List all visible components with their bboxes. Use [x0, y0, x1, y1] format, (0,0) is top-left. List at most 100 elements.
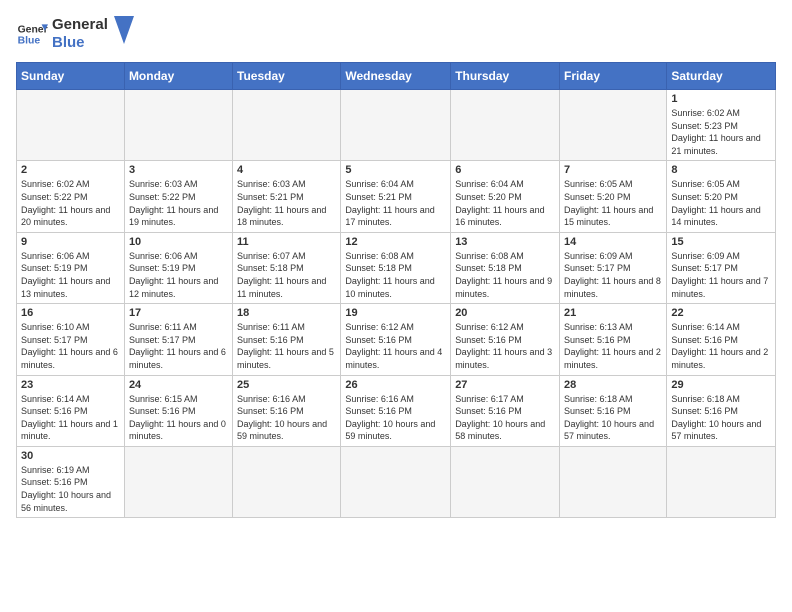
day-info: Sunrise: 6:12 AM Sunset: 5:16 PM Dayligh…: [455, 321, 555, 371]
day-info: Sunrise: 6:11 AM Sunset: 5:16 PM Dayligh…: [237, 321, 336, 371]
day-info: Sunrise: 6:09 AM Sunset: 5:17 PM Dayligh…: [671, 250, 771, 300]
day-number: 3: [129, 164, 228, 176]
logo-triangle-icon: [114, 16, 134, 44]
day-info: Sunrise: 6:06 AM Sunset: 5:19 PM Dayligh…: [21, 250, 120, 300]
calendar-week-row: 2Sunrise: 6:02 AM Sunset: 5:22 PM Daylig…: [17, 161, 776, 232]
day-info: Sunrise: 6:14 AM Sunset: 5:16 PM Dayligh…: [671, 321, 771, 371]
calendar-day-cell: 15 Sunrise: 6:09 AM Sunset: 5:17 PM Dayli…: [667, 232, 776, 303]
day-number: 23: [21, 379, 120, 391]
day-of-week-header: Saturday: [667, 63, 776, 90]
day-number: 1: [671, 93, 771, 105]
day-number: 5: [345, 164, 446, 176]
day-of-week-header: Friday: [560, 63, 667, 90]
day-number: 18: [237, 307, 336, 319]
day-info: Sunrise: 6:06 AM Sunset: 5:19 PM Dayligh…: [129, 250, 228, 300]
logo: General Blue General Blue: [16, 16, 134, 52]
day-number: 28: [564, 379, 662, 391]
logo-blue-text: Blue: [52, 34, 108, 52]
day-number: 22: [671, 307, 771, 319]
day-of-week-header: Thursday: [451, 63, 560, 90]
calendar-day-cell: 4Sunrise: 6:03 AM Sunset: 5:21 PM Daylig…: [233, 161, 341, 232]
calendar-day-cell: 19 Sunrise: 6:12 AM Sunset: 5:16 PM Dayli…: [341, 304, 451, 375]
calendar-day-cell: 25Sunrise: 6:16 AM Sunset: 5:16 PM Dayli…: [233, 375, 341, 446]
calendar-day-cell: 10 Sunrise: 6:06 AM Sunset: 5:19 PM Dayli…: [124, 232, 232, 303]
calendar-day-cell: 20 Sunrise: 6:12 AM Sunset: 5:16 PM Dayli…: [451, 304, 560, 375]
calendar-week-row: 1 Sunrise: 6:02 AM Sunset: 5:23 PM Daylig…: [17, 90, 776, 161]
day-info: Sunrise: 6:02 AM Sunset: 5:23 PM Dayligh…: [671, 107, 771, 157]
day-of-week-header: Wednesday: [341, 63, 451, 90]
day-info: Sunrise: 6:19 AM Sunset: 5:16 PM Dayligh…: [21, 464, 120, 514]
day-info: Sunrise: 6:03 AM Sunset: 5:22 PM Dayligh…: [129, 178, 228, 228]
calendar-day-cell: [667, 446, 776, 517]
day-info: Sunrise: 6:11 AM Sunset: 5:17 PM Dayligh…: [129, 321, 228, 371]
logo-general-text: General: [52, 16, 108, 34]
day-number: 19: [345, 307, 446, 319]
day-info: Sunrise: 6:12 AM Sunset: 5:16 PM Dayligh…: [345, 321, 446, 371]
day-number: 9: [21, 236, 120, 248]
calendar-day-cell: 28 Sunrise: 6:18 AM Sunset: 5:16 PM Dayli…: [560, 375, 667, 446]
day-info: Sunrise: 6:14 AM Sunset: 5:16 PM Dayligh…: [21, 393, 120, 443]
calendar-day-cell: 17 Sunrise: 6:11 AM Sunset: 5:17 PM Dayli…: [124, 304, 232, 375]
day-number: 12: [345, 236, 446, 248]
day-number: 29: [671, 379, 771, 391]
day-of-week-header: Tuesday: [233, 63, 341, 90]
calendar-day-cell: 8Sunrise: 6:05 AM Sunset: 5:20 PM Daylig…: [667, 161, 776, 232]
day-number: 26: [345, 379, 446, 391]
day-number: 7: [564, 164, 662, 176]
day-info: Sunrise: 6:09 AM Sunset: 5:17 PM Dayligh…: [564, 250, 662, 300]
day-number: 11: [237, 236, 336, 248]
calendar-day-cell: [17, 90, 125, 161]
day-info: Sunrise: 6:08 AM Sunset: 5:18 PM Dayligh…: [455, 250, 555, 300]
calendar-day-cell: [233, 446, 341, 517]
day-info: Sunrise: 6:16 AM Sunset: 5:16 PM Dayligh…: [345, 393, 446, 443]
calendar-week-row: 9 Sunrise: 6:06 AM Sunset: 5:19 PM Daylig…: [17, 232, 776, 303]
calendar-day-cell: 7Sunrise: 6:05 AM Sunset: 5:20 PM Daylig…: [560, 161, 667, 232]
day-info: Sunrise: 6:13 AM Sunset: 5:16 PM Dayligh…: [564, 321, 662, 371]
calendar-week-row: 30Sunrise: 6:19 AM Sunset: 5:16 PM Dayli…: [17, 446, 776, 517]
calendar-day-cell: [124, 446, 232, 517]
svg-text:Blue: Blue: [18, 36, 41, 47]
day-info: Sunrise: 6:07 AM Sunset: 5:18 PM Dayligh…: [237, 250, 336, 300]
day-number: 17: [129, 307, 228, 319]
day-number: 8: [671, 164, 771, 176]
day-number: 4: [237, 164, 336, 176]
calendar: SundayMondayTuesdayWednesdayThursdayFrid…: [16, 62, 776, 518]
day-info: Sunrise: 6:17 AM Sunset: 5:16 PM Dayligh…: [455, 393, 555, 443]
day-number: 10: [129, 236, 228, 248]
day-number: 14: [564, 236, 662, 248]
calendar-day-cell: [560, 446, 667, 517]
day-info: Sunrise: 6:08 AM Sunset: 5:18 PM Dayligh…: [345, 250, 446, 300]
day-number: 15: [671, 236, 771, 248]
calendar-header-row: SundayMondayTuesdayWednesdayThursdayFrid…: [17, 63, 776, 90]
day-number: 27: [455, 379, 555, 391]
day-number: 21: [564, 307, 662, 319]
calendar-day-cell: 27 Sunrise: 6:17 AM Sunset: 5:16 PM Dayli…: [451, 375, 560, 446]
calendar-day-cell: 5 Sunrise: 6:04 AM Sunset: 5:21 PM Daylig…: [341, 161, 451, 232]
calendar-day-cell: 21 Sunrise: 6:13 AM Sunset: 5:16 PM Dayli…: [560, 304, 667, 375]
calendar-day-cell: [451, 90, 560, 161]
day-info: Sunrise: 6:18 AM Sunset: 5:16 PM Dayligh…: [564, 393, 662, 443]
calendar-day-cell: [341, 446, 451, 517]
day-info: Sunrise: 6:04 AM Sunset: 5:20 PM Dayligh…: [455, 178, 555, 228]
calendar-day-cell: 26 Sunrise: 6:16 AM Sunset: 5:16 PM Dayli…: [341, 375, 451, 446]
calendar-day-cell: 6 Sunrise: 6:04 AM Sunset: 5:20 PM Daylig…: [451, 161, 560, 232]
calendar-day-cell: 24 Sunrise: 6:15 AM Sunset: 5:16 PM Dayli…: [124, 375, 232, 446]
calendar-day-cell: [124, 90, 232, 161]
day-info: Sunrise: 6:10 AM Sunset: 5:17 PM Dayligh…: [21, 321, 120, 371]
day-info: Sunrise: 6:15 AM Sunset: 5:16 PM Dayligh…: [129, 393, 228, 443]
calendar-day-cell: [341, 90, 451, 161]
calendar-day-cell: 22 Sunrise: 6:14 AM Sunset: 5:16 PM Dayli…: [667, 304, 776, 375]
day-number: 25: [237, 379, 336, 391]
calendar-day-cell: 9 Sunrise: 6:06 AM Sunset: 5:19 PM Daylig…: [17, 232, 125, 303]
day-number: 6: [455, 164, 555, 176]
calendar-day-cell: 18 Sunrise: 6:11 AM Sunset: 5:16 PM Dayli…: [233, 304, 341, 375]
calendar-day-cell: 1 Sunrise: 6:02 AM Sunset: 5:23 PM Daylig…: [667, 90, 776, 161]
header: General Blue General Blue: [16, 16, 776, 52]
day-info: Sunrise: 6:04 AM Sunset: 5:21 PM Dayligh…: [345, 178, 446, 228]
day-number: 24: [129, 379, 228, 391]
day-number: 16: [21, 307, 120, 319]
calendar-day-cell: 2Sunrise: 6:02 AM Sunset: 5:22 PM Daylig…: [17, 161, 125, 232]
calendar-day-cell: 29Sunrise: 6:18 AM Sunset: 5:16 PM Dayli…: [667, 375, 776, 446]
day-number: 20: [455, 307, 555, 319]
calendar-week-row: 23 Sunrise: 6:14 AM Sunset: 5:16 PM Dayli…: [17, 375, 776, 446]
